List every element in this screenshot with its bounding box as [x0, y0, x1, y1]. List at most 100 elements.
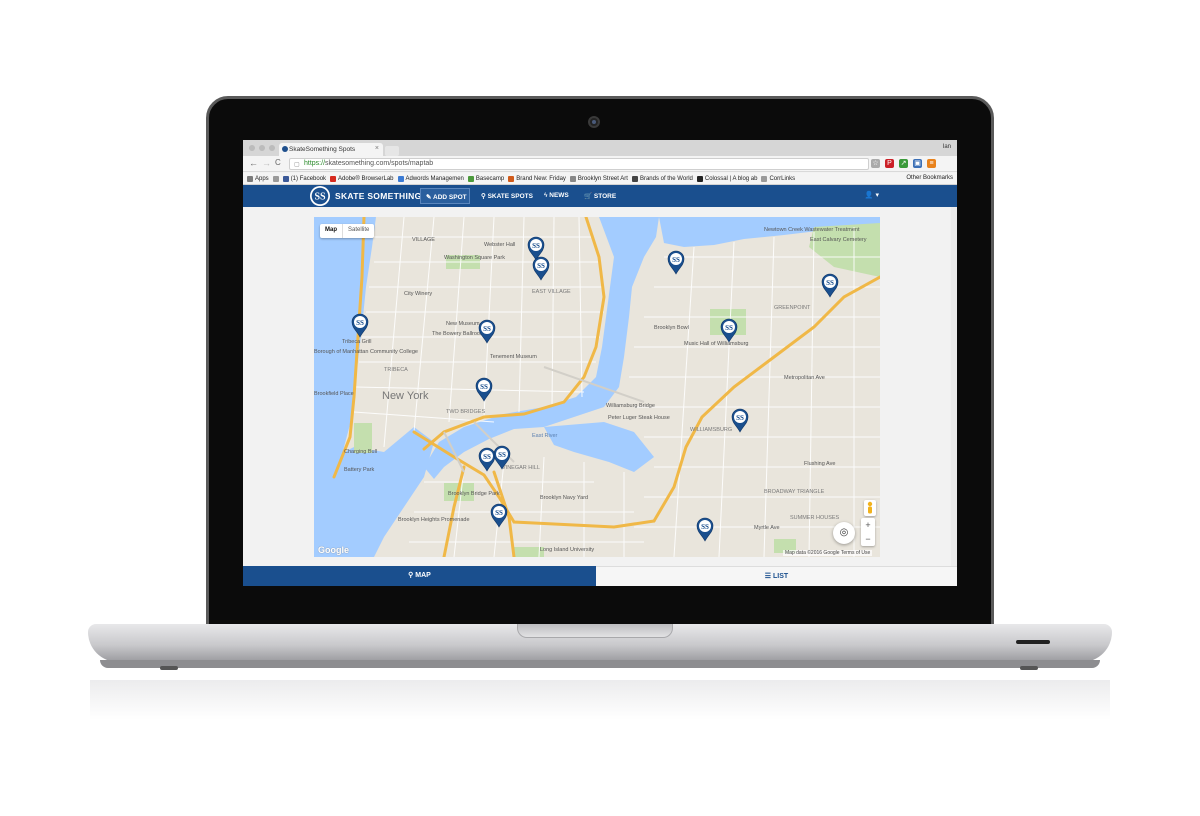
browser-user-name[interactable]: Ian	[943, 144, 951, 150]
browser-tabstrip: SkateSomething Spots × Ian	[243, 140, 957, 156]
bookmark-item[interactable]: CorrLinks	[761, 175, 795, 182]
laptop-screen: SkateSomething Spots × Ian ← → C ▢ https…	[243, 140, 957, 586]
svg-text:SS: SS	[672, 256, 680, 264]
tab-map[interactable]: ⚲ MAP	[243, 566, 596, 586]
svg-text:SS: SS	[725, 324, 733, 332]
svg-text:VILLAGE: VILLAGE	[412, 237, 435, 243]
bookmark-label: Basecamp	[475, 175, 505, 182]
browser-toolbar: ← → C ▢ https://skatesomething.com/spots…	[243, 156, 957, 172]
bookmark-label: Brand New: Friday	[516, 175, 566, 182]
svg-text:TWO BRIDGES: TWO BRIDGES	[446, 409, 485, 415]
laptop-reflection	[90, 680, 1110, 720]
svg-text:SS: SS	[314, 192, 326, 203]
nav-store[interactable]: 🛒 STORE	[584, 192, 616, 200]
forward-arrow-icon[interactable]: →	[262, 158, 271, 168]
url-scheme: https://	[304, 160, 326, 167]
window-controls[interactable]	[249, 145, 275, 151]
zoom-in-button[interactable]: +	[861, 518, 875, 532]
svg-text:SS: SS	[498, 451, 506, 459]
google-logo[interactable]: Google	[318, 545, 349, 555]
page-info-icon[interactable]: ▢	[294, 161, 300, 168]
svg-text:TRIBECA: TRIBECA	[384, 367, 408, 373]
extension-blue-icon[interactable]: ▣	[913, 159, 922, 168]
street-view-pegman-icon[interactable]	[864, 500, 876, 516]
svg-text:SS: SS	[480, 383, 488, 391]
bookmark-label: Brooklyn Street Art	[577, 175, 628, 182]
brandnew-icon	[508, 175, 515, 182]
bookmark-item[interactable]: Apps	[247, 175, 269, 182]
svg-text:SS: SS	[483, 325, 491, 333]
zoom-out-button[interactable]: −	[861, 532, 875, 546]
page-scrollbar[interactable]	[951, 207, 957, 566]
tab-title: SkateSomething Spots	[289, 146, 356, 153]
back-arrow-icon[interactable]: ←	[249, 158, 258, 168]
apps-icon	[247, 175, 253, 182]
svg-text:Long Island University: Long Island University	[540, 547, 594, 553]
svg-text:The Bowery Ballroom: The Bowery Ballroom	[432, 331, 485, 337]
pinterest-icon[interactable]: P	[885, 159, 894, 168]
tab-list[interactable]: ☰ LIST	[596, 566, 957, 586]
new-tab-button[interactable]	[385, 146, 399, 156]
svg-text:Newtown Creek Wastewater Treat: Newtown Creek Wastewater Treatment	[764, 227, 860, 233]
svg-text:Brookfield Place: Brookfield Place	[314, 391, 354, 397]
svg-text:WILLIAMSBURG: WILLIAMSBURG	[690, 427, 732, 433]
map-type-satellite-button[interactable]: Satellite	[342, 224, 374, 238]
site-logo-text[interactable]: SKATE SOMETHING	[335, 191, 422, 201]
svg-text:EAST VILLAGE: EAST VILLAGE	[532, 289, 571, 295]
bookmark-item[interactable]: (1) Facebook	[282, 175, 326, 182]
bookmark-item[interactable]: Colossal | A blog ab	[696, 175, 758, 182]
colossal-icon	[696, 175, 703, 182]
nav-news[interactable]: ϟ NEWS	[544, 192, 569, 199]
bookmark-item[interactable]: Basecamp	[467, 175, 505, 182]
webcam	[588, 116, 600, 128]
map-attribution[interactable]: Map data ©2016 Google Terms of Use	[783, 550, 873, 556]
laptop-foot	[1020, 666, 1038, 670]
bookmark-label: Adwords Managemen	[405, 175, 464, 182]
bookmark-item[interactable]: Brands of the World	[631, 175, 693, 182]
bookmark-label: Brands of the World	[639, 175, 693, 182]
adwords-icon	[397, 175, 404, 182]
skate-something-logo-icon[interactable]: SS	[307, 185, 333, 207]
svg-text:City Winery: City Winery	[404, 291, 432, 297]
reload-icon[interactable]: C	[275, 158, 281, 167]
add-spot-button[interactable]: ✎ ADD SPOT	[420, 188, 470, 204]
svg-text:Tribeca Grill: Tribeca Grill	[342, 339, 371, 345]
menu-icon[interactable]: ≡	[927, 159, 936, 168]
bookmark-item[interactable]: Adwords Managemen	[397, 175, 464, 182]
url-bar[interactable]: ▢ https://skatesomething.com/spots/mapta…	[289, 158, 869, 170]
user-menu-icon[interactable]: 👤 ▾	[865, 191, 879, 199]
svg-text:New York: New York	[382, 390, 429, 402]
map-type-map-button[interactable]: Map	[320, 224, 342, 238]
svg-text:East Calvary Cemetery: East Calvary Cemetery	[810, 237, 867, 243]
bookmark-item[interactable]: Brand New: Friday	[508, 175, 566, 182]
svg-text:SS: SS	[356, 319, 364, 327]
browser-tab[interactable]: SkateSomething Spots ×	[279, 143, 383, 156]
bookmark-item[interactable]	[272, 175, 279, 182]
basecamp-icon	[467, 175, 474, 182]
zoom-controls: + −	[861, 518, 875, 546]
spots-map[interactable]: VILLAGE Webster Hall Washington Square P…	[314, 217, 880, 557]
svg-text:East River: East River	[532, 433, 558, 439]
svg-text:Metropolitan Ave: Metropolitan Ave	[784, 375, 825, 381]
svg-text:Charging Bull: Charging Bull	[344, 449, 377, 455]
other-bookmarks[interactable]: Other Bookmarks	[902, 175, 953, 181]
extension-green-icon[interactable]: ↗	[899, 159, 908, 168]
bookmark-item[interactable]: Adobe® BrowserLab	[330, 175, 394, 182]
bookmark-label: Colossal | A blog ab	[704, 175, 758, 182]
my-location-icon[interactable]: ◎	[833, 522, 855, 544]
map-type-toggle: Map Satellite	[320, 224, 375, 238]
svg-text:Battery Park: Battery Park	[344, 467, 375, 473]
page-icon	[761, 175, 768, 182]
laptop-base-edge	[100, 660, 1100, 668]
svg-text:SS: SS	[736, 414, 744, 422]
facebook-icon	[282, 175, 289, 182]
star-icon[interactable]: ☆	[871, 159, 880, 168]
svg-text:SS: SS	[537, 262, 545, 270]
view-tabs: ⚲ MAP ☰ LIST	[243, 566, 957, 586]
svg-text:VINEGAR HILL: VINEGAR HILL	[502, 465, 540, 471]
bookmark-item[interactable]: Brooklyn Street Art	[569, 175, 628, 182]
svg-text:BROADWAY TRIANGLE: BROADWAY TRIANGLE	[764, 489, 825, 495]
nav-skate-spots[interactable]: ⚲ SKATE SPOTS	[481, 192, 533, 200]
tab-close-icon[interactable]: ×	[375, 145, 379, 152]
extension-icons: ☆ P ↗ ▣ ≡	[871, 159, 936, 168]
